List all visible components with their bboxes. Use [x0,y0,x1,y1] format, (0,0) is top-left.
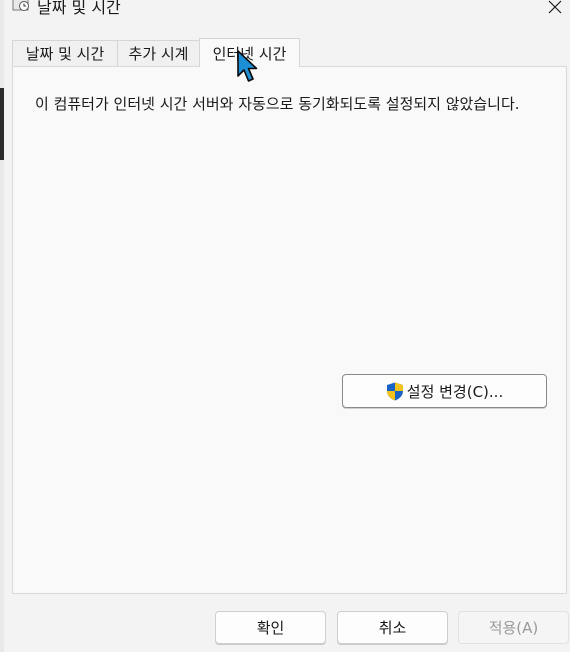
change-settings-button[interactable]: 설정 변경(C)... [342,374,547,408]
tab-internet-time[interactable]: 인터넷 시간 [199,38,300,67]
change-settings-label: 설정 변경(C)... [406,382,504,401]
window-title: 날짜 및 시간 [37,0,121,17]
close-icon [548,0,562,14]
title-bar: 날짜 및 시간 [0,0,570,22]
tab-date-time[interactable]: 날짜 및 시간 [12,40,118,66]
internet-time-panel: 이 컴퓨터가 인터넷 시간 서버와 자동으로 동기화되도록 설정되지 않았습니다… [12,66,567,594]
apply-button[interactable]: 적용(A) [458,611,569,644]
tab-additional-clocks[interactable]: 추가 시계 [117,40,200,66]
cancel-button[interactable]: 취소 [337,611,448,644]
background-window-edge [0,0,4,652]
tab-label: 추가 시계 [128,45,189,63]
ok-label: 확인 [256,619,285,637]
tab-label: 인터넷 시간 [212,44,287,63]
uac-shield-icon [386,382,403,400]
background-window-dark-area [0,88,4,160]
ok-button[interactable]: 확인 [215,611,326,644]
cancel-label: 취소 [378,619,407,637]
calendar-clock-icon [12,0,29,11]
tab-label: 날짜 및 시간 [25,45,105,63]
close-button[interactable] [540,0,570,18]
sync-status-text: 이 컴퓨터가 인터넷 시간 서버와 자동으로 동기화되도록 설정되지 않았습니다… [35,95,520,113]
apply-label: 적용(A) [488,619,539,637]
